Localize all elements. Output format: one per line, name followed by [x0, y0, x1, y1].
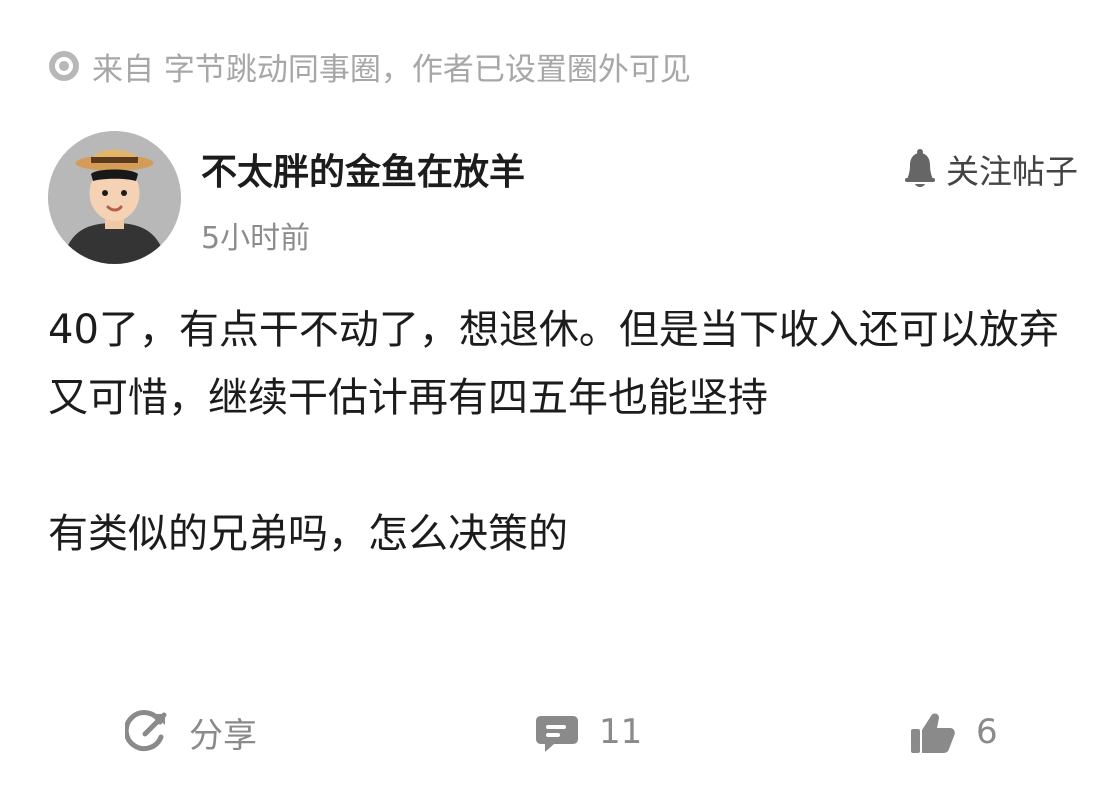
post-paragraph: 40了，有点干不动了，想退休。但是当下收入还可以放弃又可惜，继续干估计再有四五年…: [48, 307, 1059, 421]
avatar[interactable]: [48, 131, 181, 264]
like-count: 6: [976, 712, 998, 752]
source-text: 来自 字节跳动同事圈，作者已设置圈外可见: [92, 51, 691, 88]
follow-post-label: 关注帖子: [946, 152, 1078, 191]
author-name[interactable]: 不太胖的金鱼在放羊: [201, 143, 525, 195]
like-button[interactable]: 6: [910, 704, 998, 760]
author-row: 不太胖的金鱼在放羊 5小时前 关注帖子: [48, 131, 1078, 265]
follow-post-button[interactable]: 关注帖子: [902, 145, 1078, 193]
post-paragraph: 有类似的兄弟吗，怎么决策的: [48, 511, 568, 557]
comment-icon: [535, 710, 579, 754]
action-bar: 分享 11 6: [0, 704, 1120, 760]
share-label: 分享: [189, 715, 257, 756]
comment-button[interactable]: 11: [535, 704, 642, 760]
post-time: 5小时前: [201, 221, 311, 256]
circle-dot-icon: [48, 50, 80, 82]
thumbs-up-icon: [910, 710, 956, 754]
comment-count: 11: [599, 712, 643, 752]
bell-icon: [902, 148, 938, 190]
share-button[interactable]: 分享: [125, 704, 257, 760]
source-bar: 来自 字节跳动同事圈，作者已设置圈外可见: [48, 46, 691, 88]
share-icon: [125, 710, 169, 754]
post-body: 40了，有点干不动了，想退休。但是当下收入还可以放弃又可惜，继续干估计再有四五年…: [48, 296, 1080, 568]
